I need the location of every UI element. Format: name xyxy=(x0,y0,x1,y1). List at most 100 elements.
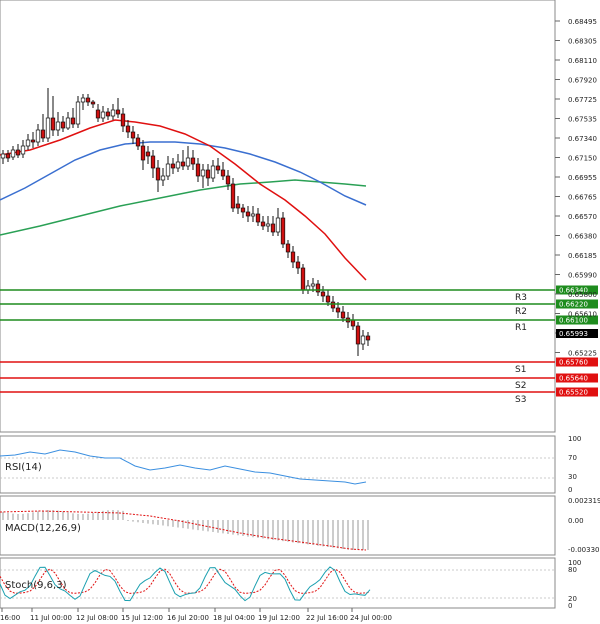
candle xyxy=(150,155,156,169)
chart-canvas[interactable]: R30.66340R20.66220R10.66100S10.65760S20.… xyxy=(0,0,600,624)
candle xyxy=(260,221,266,227)
rsi-tick-30: 30 xyxy=(568,473,577,481)
candle xyxy=(290,251,296,263)
candle xyxy=(320,291,326,297)
candle xyxy=(165,163,171,177)
current-price-text: 0.65993 xyxy=(559,330,588,338)
candle xyxy=(100,111,106,119)
candle xyxy=(95,109,101,119)
candle xyxy=(365,335,371,341)
price-tick-label: 0.66380 xyxy=(568,233,597,241)
price-tick-label: 0.68305 xyxy=(568,38,597,46)
candle xyxy=(225,175,231,185)
candle xyxy=(160,175,166,181)
candle xyxy=(240,207,246,213)
candle xyxy=(55,121,61,131)
candle xyxy=(335,307,341,313)
rsi-tick-100: 100 xyxy=(568,435,581,443)
price-tick-label: 0.66765 xyxy=(568,194,597,202)
candle xyxy=(355,325,361,345)
level-label-s3: S3 xyxy=(515,395,526,405)
level-value-s3: 0.65520 xyxy=(559,389,588,397)
macd-tick-top: 0.002319 xyxy=(568,497,600,505)
candle xyxy=(0,153,6,159)
candle xyxy=(115,109,121,115)
candle xyxy=(255,213,261,223)
candle xyxy=(185,157,191,167)
level-label-r2: R2 xyxy=(515,307,527,317)
candle xyxy=(60,121,66,129)
candle xyxy=(315,283,321,293)
level-label-r1: R1 xyxy=(515,323,527,333)
time-axis-label: 16 Jul 20:00 xyxy=(167,614,209,622)
candle xyxy=(285,243,291,253)
price-tick-label: 0.65225 xyxy=(568,350,597,358)
stoch-tick-80: 80 xyxy=(568,566,577,574)
candle xyxy=(80,97,86,103)
candle xyxy=(170,163,176,169)
candle xyxy=(215,165,221,171)
candle xyxy=(310,283,316,287)
candle xyxy=(275,217,281,233)
rsi-pane[interactable] xyxy=(0,435,556,494)
candle xyxy=(120,113,126,127)
price-tick-label: 0.67150 xyxy=(568,155,597,163)
time-axis-label: 24 Jul 00:00 xyxy=(350,614,392,622)
candle xyxy=(265,223,271,227)
candle xyxy=(195,163,201,177)
time-axis-label: 16:00 xyxy=(0,614,20,622)
candle xyxy=(145,151,151,157)
price-tick-label: 0.66570 xyxy=(568,213,597,221)
price-tick-label: 0.67725 xyxy=(568,96,597,104)
time-axis-label: 18 Jul 04:00 xyxy=(213,614,255,622)
level-value-s1: 0.65760 xyxy=(559,359,588,367)
price-tick-label: 0.68110 xyxy=(568,57,597,65)
macd-tick-zero: 0.00 xyxy=(568,517,584,525)
candle xyxy=(340,311,346,319)
candle xyxy=(90,101,96,105)
price-tick-label: 0.65800 xyxy=(568,291,597,299)
price-tick-label: 0.65990 xyxy=(568,272,597,280)
candle xyxy=(175,161,181,169)
candle xyxy=(85,97,91,103)
time-axis-label: 12 Jul 08:00 xyxy=(76,614,118,622)
candle xyxy=(325,295,331,303)
macd-label: MACD(12,26,9) xyxy=(5,523,81,534)
candle xyxy=(5,153,11,159)
time-axis-label: 11 Jul 00:00 xyxy=(30,614,72,622)
candle xyxy=(30,139,36,143)
price-tick-label: 0.67920 xyxy=(568,77,597,85)
candle xyxy=(125,125,131,133)
price-tick-label: 0.68495 xyxy=(568,18,597,26)
candle xyxy=(40,129,46,139)
candle xyxy=(155,167,161,181)
candle xyxy=(360,335,366,345)
candle xyxy=(295,261,301,269)
time-axis-label: 22 Jul 16:00 xyxy=(306,614,348,622)
candle xyxy=(15,149,21,156)
candle xyxy=(190,157,196,165)
candle xyxy=(220,169,226,177)
level-label-s2: S2 xyxy=(515,381,526,391)
candle xyxy=(205,169,211,179)
stoch-pane[interactable] xyxy=(0,557,556,609)
price-tick-label: 0.67340 xyxy=(568,135,597,143)
candle xyxy=(250,213,256,217)
candle xyxy=(25,139,31,147)
candle xyxy=(350,319,356,327)
candle xyxy=(245,211,251,217)
candle xyxy=(230,183,236,209)
candle xyxy=(270,223,276,233)
candle xyxy=(45,117,51,139)
candle xyxy=(235,203,241,209)
candle xyxy=(210,165,216,179)
candle xyxy=(75,101,81,125)
price-tick-label: 0.66185 xyxy=(568,252,597,260)
candle xyxy=(10,149,16,158)
candle xyxy=(280,217,286,245)
candle xyxy=(35,129,41,143)
stoch-label: Stoch(9,6,3) xyxy=(5,580,67,591)
time-axis-label: 19 Jul 12:00 xyxy=(258,614,300,622)
candle xyxy=(135,137,141,147)
candle xyxy=(300,267,306,291)
